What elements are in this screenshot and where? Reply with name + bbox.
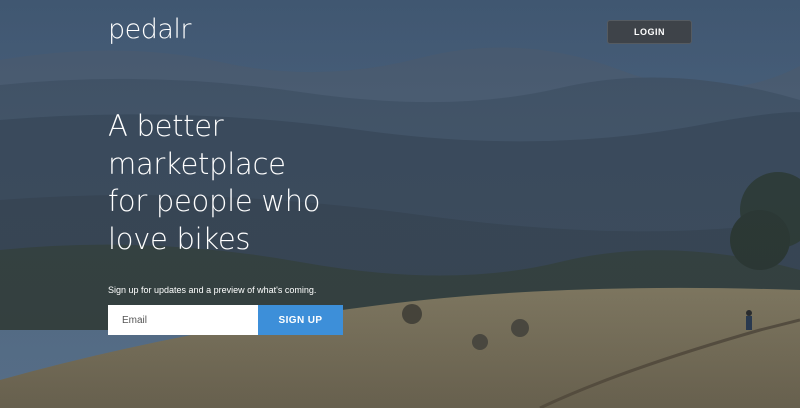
login-button[interactable]: LOGIN <box>607 20 692 44</box>
signup-button[interactable]: SIGN UP <box>258 305 343 335</box>
headline-line: marketplace <box>108 146 286 181</box>
email-field[interactable] <box>108 305 258 335</box>
headline-line: for people who <box>108 184 321 218</box>
signup-description: Sign up for updates and a preview of wha… <box>108 285 317 295</box>
headline-line: love bikes <box>108 221 251 256</box>
brand-logo[interactable]: pedalr <box>108 14 192 45</box>
hero-headline: A better marketplace for people who love… <box>108 108 428 258</box>
headline-line: A better <box>108 109 224 143</box>
